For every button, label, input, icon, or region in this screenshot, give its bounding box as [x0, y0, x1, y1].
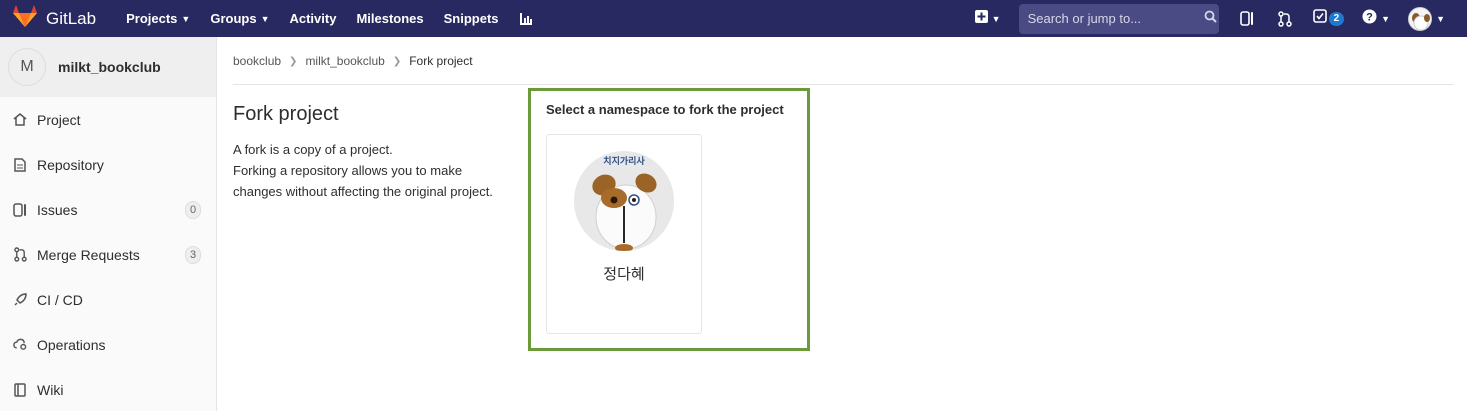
issues-icon: [13, 202, 27, 217]
chevron-down-icon: ▼: [1381, 13, 1391, 24]
doc-icon: [13, 157, 27, 172]
analytics-chart-icon[interactable]: [519, 12, 533, 26]
avatar-caption: 치지가리사: [603, 155, 645, 167]
project-sidebar: M milkt_bookclub Project Repository Issu…: [0, 37, 217, 411]
sidebar-item-issues[interactable]: Issues 0: [0, 187, 216, 232]
svg-text:?: ?: [1366, 11, 1373, 23]
sidebar-item-merge-requests[interactable]: Merge Requests 3: [0, 232, 216, 277]
brand-name: GitLab: [46, 8, 97, 28]
chevron-down-icon: ▼: [181, 13, 191, 24]
sidebar-item-repository[interactable]: Repository: [0, 142, 216, 187]
sidebar-item-label: Wiki: [37, 381, 64, 398]
sidebar-item-label: Issues: [37, 201, 78, 218]
new-item-dropdown[interactable]: ▼: [974, 9, 1001, 28]
sidebar-project-header[interactable]: M milkt_bookclub: [0, 37, 216, 97]
nav-groups[interactable]: Groups ▼: [210, 11, 269, 26]
namespace-heading: Select a namespace to fork the project: [546, 102, 784, 117]
nav-milestones[interactable]: Milestones: [356, 11, 423, 26]
sidebar-item-project[interactable]: Project: [0, 97, 216, 142]
issues-count-badge: 0: [185, 200, 201, 219]
sidebar-item-label: Project: [37, 111, 81, 128]
nav-groups-label: Groups: [210, 11, 257, 26]
page-title: Fork project: [233, 103, 339, 125]
breadcrumb-project-link[interactable]: milkt_bookclub: [305, 54, 384, 68]
search-input[interactable]: [1027, 11, 1204, 26]
user-avatar: [1408, 6, 1433, 31]
fork-description-line-1: A fork is a copy of a project.: [233, 142, 393, 157]
rocket-icon: [13, 293, 27, 307]
gitlab-logo-icon: [12, 4, 38, 33]
question-circle-icon: ?: [1362, 9, 1377, 29]
sidebar-item-label: Operations: [37, 336, 106, 353]
merge-request-icon: [13, 247, 27, 262]
book-icon: [13, 382, 27, 397]
todo-count-badge: 2: [1328, 11, 1345, 26]
breadcrumb-divider: [233, 84, 1454, 85]
merge-request-icon[interactable]: [1275, 9, 1295, 29]
namespace-card[interactable]: 치지가리사 정다혜: [546, 134, 702, 334]
breadcrumb-current[interactable]: Fork project: [409, 54, 472, 68]
nav-snippets-label: Snippets: [443, 11, 499, 26]
sidebar-item-label: Merge Requests: [37, 246, 140, 263]
chevron-down-icon: ▼: [260, 13, 270, 24]
nav-projects-label: Projects: [126, 11, 178, 26]
nav-milestones-label: Milestones: [356, 11, 424, 26]
nav-activity-label: Activity: [289, 11, 337, 26]
namespace-avatar: 치지가리사: [574, 151, 674, 251]
main-nav: Projects ▼ Groups ▼ Activity Milestones …: [126, 0, 552, 37]
chevron-right-icon: ❯: [392, 55, 402, 67]
navbar-right: ▼ Search or jump to... 2 ? ▼ ▼: [974, 0, 1467, 37]
merge-requests-count-badge: 3: [185, 245, 201, 264]
chevron-right-icon: ❯: [289, 55, 298, 67]
breadcrumb-group-link[interactable]: bookclub: [233, 54, 281, 68]
sidebar-item-label: Repository: [37, 156, 104, 173]
fork-description: A fork is a copy of a project. Forking a…: [233, 139, 503, 202]
sidebar-item-operations[interactable]: Operations: [0, 322, 216, 367]
plus-square-icon: [974, 9, 988, 28]
namespace-selection-panel: Select a namespace to fork the project 치…: [528, 88, 810, 351]
todos-link[interactable]: 2: [1312, 9, 1345, 28]
gitlab-home-link[interactable]: GitLab: [12, 0, 96, 37]
cloud-gear-icon: [13, 338, 27, 352]
project-avatar: M: [8, 48, 46, 86]
issues-icon[interactable]: [1237, 9, 1257, 29]
search-icon: [1204, 10, 1217, 28]
help-dropdown[interactable]: ? ▼: [1362, 9, 1390, 29]
nav-projects[interactable]: Projects ▼: [126, 11, 190, 26]
project-name: milkt_bookclub: [58, 59, 161, 75]
nav-snippets[interactable]: Snippets: [444, 11, 499, 26]
sidebar-item-wiki[interactable]: Wiki: [0, 367, 216, 412]
namespace-name: 정다혜: [603, 266, 645, 283]
search-box[interactable]: [1018, 3, 1219, 34]
check-square-icon: [1312, 9, 1327, 28]
breadcrumb: bookclub ❯ milkt_bookclub ❯ Fork project: [233, 54, 473, 68]
nav-activity[interactable]: Activity: [289, 11, 336, 26]
fork-description-line-2: Forking a repository allows you to make …: [233, 163, 493, 199]
home-icon: [13, 113, 27, 127]
chevron-down-icon: ▼: [1436, 13, 1445, 24]
top-navbar: GitLab Projects ▼ Groups ▼ Activity Mile…: [0, 0, 1467, 37]
sidebar-item-label: CI / CD: [37, 291, 83, 308]
sidebar-item-ci-cd[interactable]: CI / CD: [0, 277, 216, 322]
user-menu[interactable]: ▼: [1408, 6, 1445, 31]
chevron-down-icon: ▼: [991, 13, 1001, 24]
